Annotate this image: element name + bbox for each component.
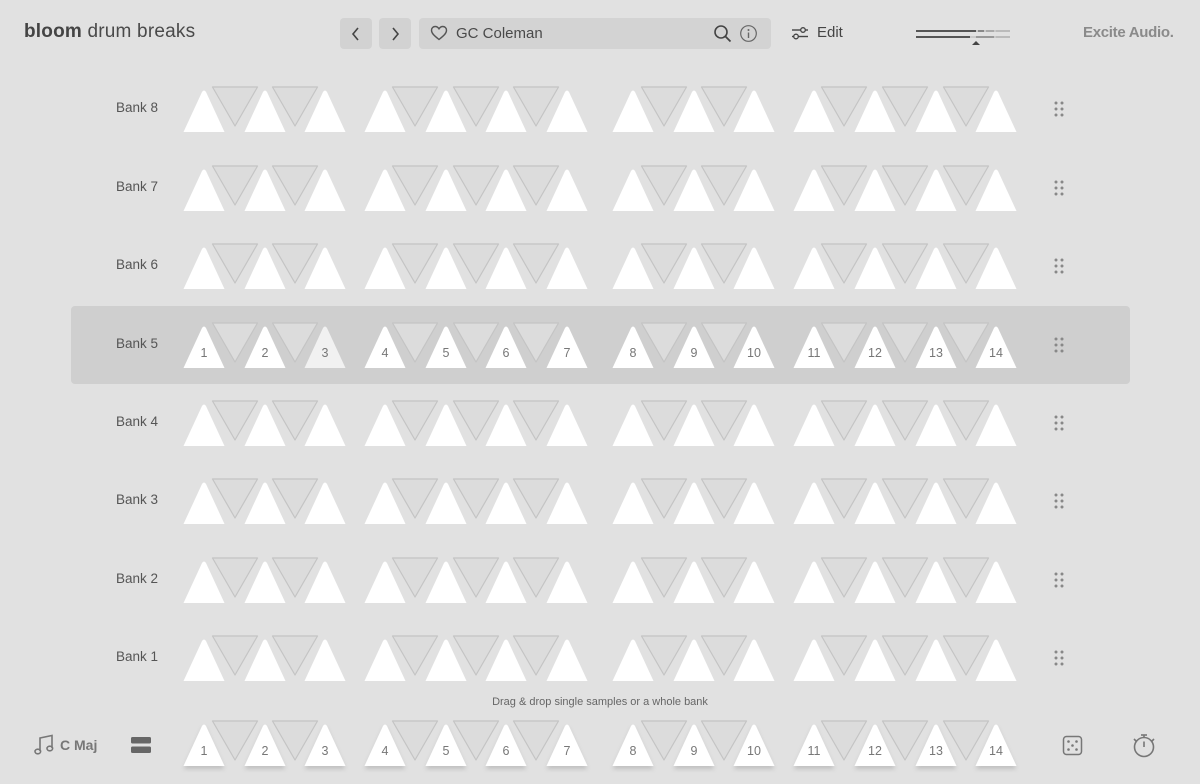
pad-grid: 1 2 3 4 5 6 7 8 9 10 11 12 13 14 xyxy=(183,322,1017,368)
drag-handle-icon[interactable] xyxy=(1054,258,1064,274)
chevron-right-icon xyxy=(392,26,400,41)
pad-number: 4 xyxy=(382,744,389,758)
bank-row[interactable]: Bank 2 xyxy=(71,541,1130,619)
bank-row[interactable]: Bank 1 xyxy=(71,619,1130,697)
drag-handle-icon[interactable] xyxy=(1054,180,1064,196)
pad-number: 3 xyxy=(322,744,329,758)
pad-grid xyxy=(183,635,1017,681)
drag-handle-icon[interactable] xyxy=(1054,415,1064,431)
preset-browser[interactable]: GC Coleman xyxy=(419,18,771,49)
edit-button[interactable]: Edit xyxy=(791,24,843,41)
pad-number: 11 xyxy=(808,744,821,758)
pad-number: 8 xyxy=(630,346,637,360)
next-preset-button[interactable] xyxy=(379,18,411,49)
pad-number: 5 xyxy=(443,346,450,360)
app-logo: bloom drum breaks xyxy=(24,21,195,43)
pad-grid xyxy=(183,243,1017,289)
pad-number: 6 xyxy=(503,744,510,758)
pad-number: 7 xyxy=(564,744,571,758)
pad-number: 12 xyxy=(868,744,882,758)
pad-grid xyxy=(183,400,1017,446)
bank-row[interactable]: Bank 7 xyxy=(71,149,1130,227)
output-level-meter[interactable] xyxy=(914,25,1012,47)
chevron-left-icon xyxy=(351,26,359,41)
edit-label: Edit xyxy=(817,24,843,41)
pad-grid xyxy=(183,478,1017,524)
pad-number: 3 xyxy=(322,346,329,360)
heart-icon[interactable] xyxy=(430,25,448,41)
pad-number: 9 xyxy=(691,744,698,758)
bank-row[interactable]: Bank 3 xyxy=(71,462,1130,540)
pad-number: 9 xyxy=(691,346,698,360)
pad-number: 10 xyxy=(747,346,761,360)
drag-drop-hint: Drag & drop single samples or a whole ba… xyxy=(492,696,708,708)
pad-number: 8 xyxy=(630,744,637,758)
bank-row[interactable]: Bank 5 1 2 3 4 5 6 7 8 9 10 11 12 13 14 xyxy=(71,306,1130,384)
drag-handle-icon[interactable] xyxy=(1054,493,1064,509)
pad-number: 2 xyxy=(262,346,269,360)
logo-light: drum breaks xyxy=(87,21,196,42)
bank-row[interactable]: Bank 8 xyxy=(71,70,1130,148)
preview-pads: 1 2 3 4 5 6 7 8 9 10 11 12 13 14 xyxy=(183,720,1017,766)
header: bloom drum breaks GC Coleman Edit Excite… xyxy=(0,0,1200,68)
search-icon[interactable] xyxy=(713,24,732,43)
sliders-icon xyxy=(792,26,808,39)
drag-handle-icon[interactable] xyxy=(1054,337,1064,353)
pad-number: 7 xyxy=(564,346,571,360)
pad-grid xyxy=(183,86,1017,132)
pad-number: 14 xyxy=(989,744,1003,758)
pad-number: 11 xyxy=(808,346,821,360)
pad-number: 12 xyxy=(868,346,882,360)
pad-number: 10 xyxy=(747,744,761,758)
pad-grid xyxy=(183,557,1017,603)
bank-row[interactable]: Bank 4 xyxy=(71,384,1130,462)
pad-number: 1 xyxy=(201,346,208,360)
logo-bold: bloom xyxy=(24,21,82,42)
prev-preset-button[interactable] xyxy=(340,18,372,49)
drag-handle-icon[interactable] xyxy=(1054,101,1064,117)
dice-icon[interactable] xyxy=(1062,735,1083,756)
info-icon[interactable] xyxy=(739,24,758,43)
pad-number: 6 xyxy=(503,346,510,360)
pad-grid xyxy=(183,165,1017,211)
pad-number: 13 xyxy=(929,346,943,360)
pad-number: 13 xyxy=(929,744,943,758)
drag-handle-icon[interactable] xyxy=(1054,572,1064,588)
drag-handle-icon[interactable] xyxy=(1054,650,1064,666)
preset-name[interactable]: GC Coleman xyxy=(456,25,543,42)
brand-logo: Excite Audio. xyxy=(1083,24,1174,41)
pad-number: 5 xyxy=(443,744,450,758)
pad-number: 1 xyxy=(201,744,208,758)
pad-number: 4 xyxy=(382,346,389,360)
bank-row[interactable]: Bank 6 xyxy=(71,227,1130,305)
pad-number: 14 xyxy=(989,346,1003,360)
pad-number: 2 xyxy=(262,744,269,758)
stopwatch-icon[interactable] xyxy=(1131,733,1157,758)
